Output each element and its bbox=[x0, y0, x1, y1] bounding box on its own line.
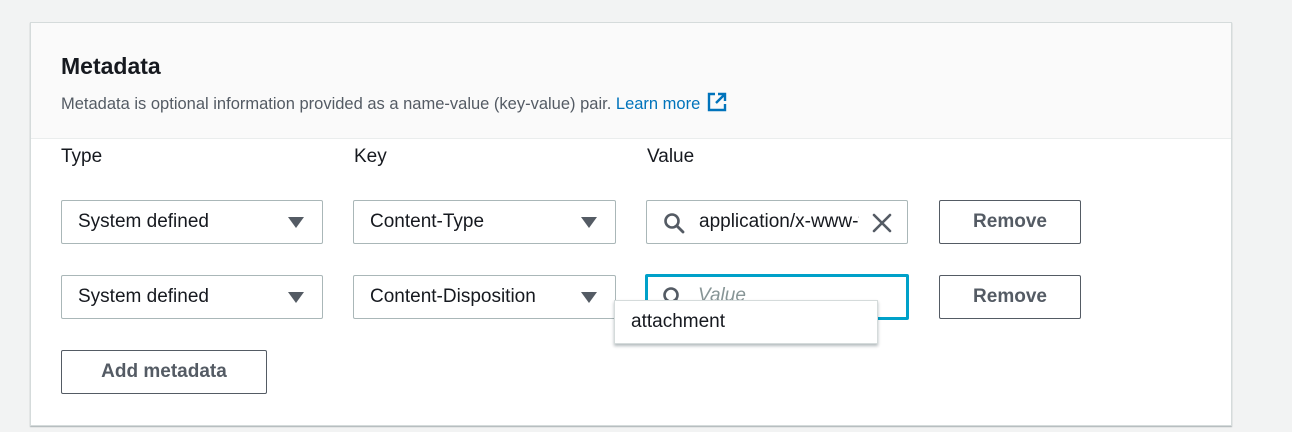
suggestion-option-attachment[interactable]: attachment bbox=[631, 301, 877, 343]
key-select-value: Content-Disposition bbox=[370, 286, 536, 307]
panel-title: Metadata bbox=[61, 53, 161, 79]
type-select-row-1[interactable]: System defined bbox=[61, 200, 323, 244]
add-metadata-button[interactable]: Add metadata bbox=[61, 350, 267, 394]
type-column-label: Type bbox=[61, 146, 103, 167]
key-select-row-1[interactable]: Content-Type bbox=[353, 200, 616, 244]
search-icon bbox=[664, 213, 685, 234]
value-input-row-1[interactable]: application/x-www-form-urlencoded bbox=[646, 200, 908, 244]
type-select-value: System defined bbox=[78, 211, 209, 232]
key-select-value: Content-Type bbox=[370, 211, 485, 232]
caret-down-icon bbox=[288, 292, 304, 303]
value-suggestion-dropdown: attachment bbox=[614, 300, 878, 344]
key-column-label: Key bbox=[354, 146, 387, 167]
remove-button-row-2[interactable]: Remove bbox=[939, 275, 1081, 319]
panel-description: Metadata is optional information provide… bbox=[61, 91, 728, 114]
type-select-row-2[interactable]: System defined bbox=[61, 275, 323, 319]
type-select-value: System defined bbox=[78, 286, 209, 307]
remove-button-row-1[interactable]: Remove bbox=[939, 200, 1081, 244]
close-icon[interactable] bbox=[871, 212, 893, 234]
caret-down-icon bbox=[581, 217, 597, 228]
panel-header: Metadata Metadata is optional informatio… bbox=[31, 23, 1231, 139]
key-select-row-2[interactable]: Content-Disposition bbox=[353, 275, 616, 319]
external-link-icon bbox=[708, 92, 727, 112]
value-column-label: Value bbox=[647, 146, 695, 167]
learn-more-link[interactable]: Learn more bbox=[615, 92, 728, 113]
learn-more-label: Learn more bbox=[615, 95, 701, 113]
description-text: Metadata is optional information provide… bbox=[61, 95, 612, 113]
caret-down-icon bbox=[288, 217, 304, 228]
value-input-text: application/x-www-form-urlencoded bbox=[699, 211, 859, 232]
caret-down-icon bbox=[581, 292, 597, 303]
